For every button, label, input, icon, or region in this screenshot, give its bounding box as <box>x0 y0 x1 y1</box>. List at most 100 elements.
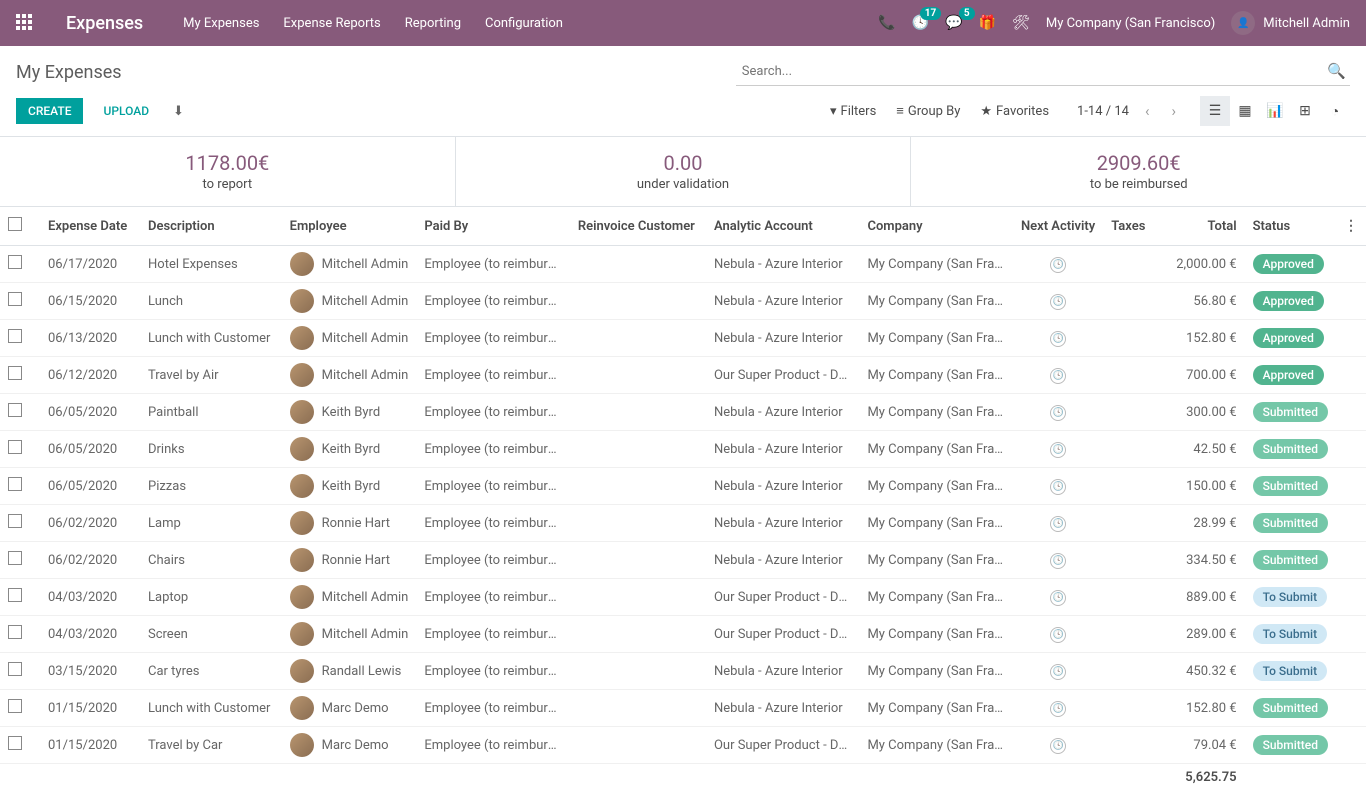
tools-icon[interactable]: 🛠 <box>1012 15 1030 31</box>
company-selector[interactable]: My Company (San Francisco) <box>1046 16 1215 31</box>
activity-clock-icon[interactable]: 🕓 <box>1050 479 1066 495</box>
summary-card[interactable]: 1178.00€to report <box>0 137 456 206</box>
table-row[interactable]: 06/05/2020 Paintball Keith Byrd Employee… <box>0 394 1366 431</box>
cell-analytic: Nebula - Azure Interior <box>706 431 859 468</box>
create-button[interactable]: CREATE <box>16 98 83 124</box>
col-paid-by[interactable]: Paid By <box>416 207 569 246</box>
col-status[interactable]: Status <box>1245 207 1336 246</box>
activity-clock-icon[interactable]: 🕓 <box>1050 331 1066 347</box>
row-checkbox[interactable] <box>8 329 22 343</box>
graph-view-icon[interactable]: 📊 <box>1260 96 1290 126</box>
col-employee[interactable]: Employee <box>282 207 417 246</box>
table-row[interactable]: 01/15/2020 Travel by Car Marc Demo Emplo… <box>0 727 1366 764</box>
pager-text[interactable]: 1-14 / 14 <box>1077 104 1129 119</box>
table-row[interactable]: 03/15/2020 Car tyres Randall Lewis Emplo… <box>0 653 1366 690</box>
user-menu[interactable]: 👤 Mitchell Admin <box>1231 11 1350 35</box>
cell-reinvoice <box>570 616 706 653</box>
nav-item[interactable]: Reporting <box>405 16 461 31</box>
summary-card[interactable]: 2909.60€to be reimbursed <box>911 137 1366 206</box>
table-row[interactable]: 06/02/2020 Lamp Ronnie Hart Employee (to… <box>0 505 1366 542</box>
cell-employee: Keith Byrd <box>322 442 381 457</box>
cell-taxes <box>1103 394 1154 431</box>
cell-company: My Company (San Fran... <box>859 653 1012 690</box>
summary-card[interactable]: 0.00under validation <box>456 137 912 206</box>
table-row[interactable]: 06/17/2020 Hotel Expenses Mitchell Admin… <box>0 246 1366 283</box>
row-checkbox[interactable] <box>8 477 22 491</box>
upload-button[interactable]: UPLOAD <box>91 98 161 124</box>
pivot-view-icon[interactable]: ⊞ <box>1290 96 1320 126</box>
phone-icon[interactable]: 📞 <box>878 15 895 31</box>
cell-description: Hotel Expenses <box>140 246 282 283</box>
select-all-checkbox[interactable] <box>8 217 22 231</box>
table-row[interactable]: 06/05/2020 Pizzas Keith Byrd Employee (t… <box>0 468 1366 505</box>
row-checkbox[interactable] <box>8 403 22 417</box>
activity-clock-icon[interactable]: 🕓 <box>1050 590 1066 606</box>
table-row[interactable]: 06/02/2020 Chairs Ronnie Hart Employee (… <box>0 542 1366 579</box>
apps-icon[interactable] <box>16 14 34 32</box>
row-checkbox[interactable] <box>8 440 22 454</box>
activity-clock-icon[interactable]: 🕓 <box>1050 442 1066 458</box>
activity-clock-icon[interactable]: 🕓 <box>1050 701 1066 717</box>
filters-button[interactable]: ▾Filters <box>830 103 876 119</box>
activity-clock-icon[interactable]: 🕓 <box>1050 294 1066 310</box>
group-by-button[interactable]: ≡Group By <box>896 103 960 119</box>
row-checkbox[interactable] <box>8 662 22 676</box>
col-taxes[interactable]: Taxes <box>1103 207 1154 246</box>
nav-item[interactable]: Configuration <box>485 16 563 31</box>
app-brand[interactable]: Expenses <box>66 13 143 34</box>
table-row[interactable]: 06/12/2020 Travel by Air Mitchell Admin … <box>0 357 1366 394</box>
activity-clock-icon[interactable]: 🕓 <box>1050 627 1066 643</box>
search-input[interactable] <box>736 58 1350 86</box>
row-checkbox[interactable] <box>8 625 22 639</box>
col-total[interactable]: Total <box>1155 207 1245 246</box>
kanban-view-icon[interactable]: ▦ <box>1230 96 1260 126</box>
col-date[interactable]: Expense Date <box>40 207 140 246</box>
row-checkbox[interactable] <box>8 699 22 713</box>
messages-icon[interactable]: 💬5 <box>945 15 962 31</box>
activity-clock-icon[interactable]: 🕓 <box>1050 405 1066 421</box>
nav-item[interactable]: My Expenses <box>183 16 259 31</box>
row-checkbox[interactable] <box>8 551 22 565</box>
table-row[interactable]: 04/03/2020 Screen Mitchell Admin Employe… <box>0 616 1366 653</box>
cell-taxes <box>1103 542 1154 579</box>
gift-icon[interactable]: 🎁 <box>979 15 996 31</box>
table-row[interactable]: 06/15/2020 Lunch Mitchell Admin Employee… <box>0 283 1366 320</box>
col-reinvoice[interactable]: Reinvoice Customer <box>570 207 706 246</box>
pager-next-icon[interactable]: › <box>1165 100 1182 122</box>
activity-clock-icon[interactable]: 🕓 <box>1050 368 1066 384</box>
row-checkbox[interactable] <box>8 588 22 602</box>
cell-employee: Keith Byrd <box>322 405 381 420</box>
col-next-activity[interactable]: Next Activity <box>1013 207 1103 246</box>
row-checkbox[interactable] <box>8 514 22 528</box>
download-icon[interactable]: ⬇ <box>173 104 184 119</box>
col-company[interactable]: Company <box>859 207 1012 246</box>
nav-item[interactable]: Expense Reports <box>283 16 380 31</box>
table-row[interactable]: 06/05/2020 Drinks Keith Byrd Employee (t… <box>0 431 1366 468</box>
activity-clock-icon[interactable]: 🕓 <box>1050 664 1066 680</box>
column-options-icon[interactable]: ⋮ <box>1344 218 1358 234</box>
col-description[interactable]: Description <box>140 207 282 246</box>
favorites-button[interactable]: ★Favorites <box>980 103 1049 119</box>
activity-clock-icon[interactable]: 🕓 <box>1050 553 1066 569</box>
row-checkbox[interactable] <box>8 736 22 750</box>
activity-clock-icon[interactable]: 🕓 <box>1050 738 1066 754</box>
row-checkbox[interactable] <box>8 366 22 380</box>
activity-view-icon[interactable]: ◔ <box>1320 96 1350 126</box>
row-checkbox[interactable] <box>8 255 22 269</box>
cell-description: Laptop <box>140 579 282 616</box>
search-icon[interactable]: 🔍 <box>1327 62 1346 80</box>
cell-description: Car tyres <box>140 653 282 690</box>
table-row[interactable]: 04/03/2020 Laptop Mitchell Admin Employe… <box>0 579 1366 616</box>
cell-employee: Mitchell Admin <box>322 590 409 605</box>
cell-date: 06/02/2020 <box>40 505 140 542</box>
activity-clock-icon[interactable]: 🕓 <box>1050 516 1066 532</box>
row-checkbox[interactable] <box>8 292 22 306</box>
table-row[interactable]: 01/15/2020 Lunch with Customer Marc Demo… <box>0 690 1366 727</box>
activity-clock-icon[interactable]: 🕓 <box>1050 257 1066 273</box>
col-analytic[interactable]: Analytic Account <box>706 207 859 246</box>
activities-icon[interactable]: 🕓17 <box>912 15 929 31</box>
pager-prev-icon[interactable]: ‹ <box>1139 100 1156 122</box>
cell-total: 289.00 € <box>1155 616 1245 653</box>
list-view-icon[interactable]: ☰ <box>1200 96 1230 126</box>
table-row[interactable]: 06/13/2020 Lunch with Customer Mitchell … <box>0 320 1366 357</box>
